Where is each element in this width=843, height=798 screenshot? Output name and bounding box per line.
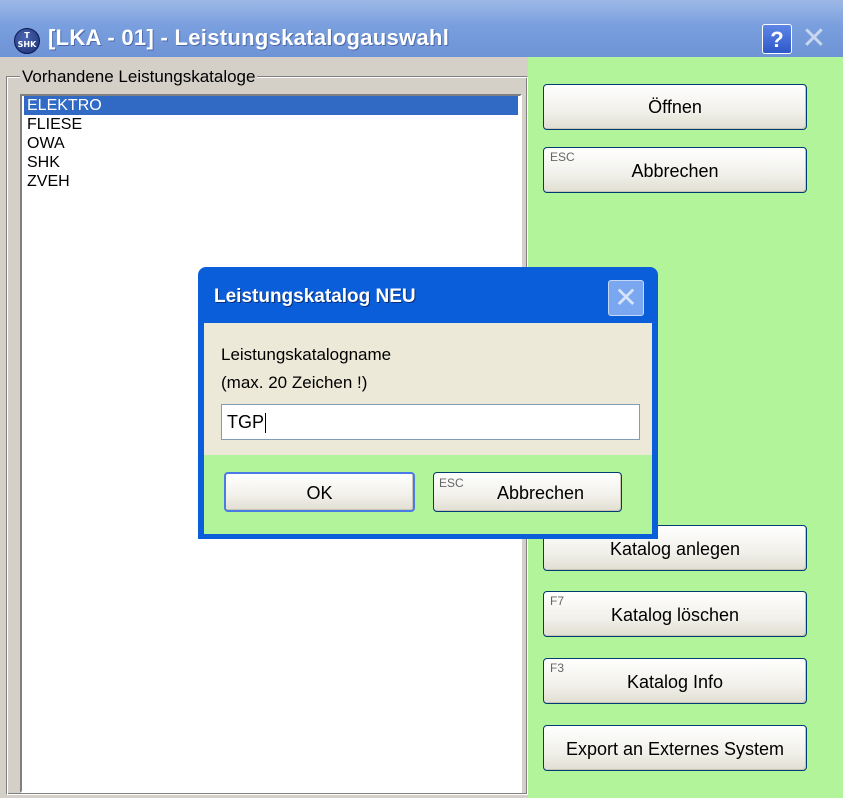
cancel-button-label: Abbrechen: [631, 161, 719, 181]
dialog-title: Leistungskatalog NEU: [214, 286, 416, 307]
open-button[interactable]: Öffnen: [543, 84, 807, 130]
delete-catalog-label: Katalog löschen: [610, 605, 740, 625]
list-item-elektro[interactable]: ELEKTRO: [24, 96, 518, 115]
catalog-name-input[interactable]: TGP: [221, 404, 640, 440]
help-button[interactable]: ?: [762, 24, 792, 54]
catalog-name-hint: (max. 20 Zeichen !): [221, 373, 368, 392]
dialog-cancel-label: Abbrechen: [496, 483, 585, 503]
catalog-info-button[interactable]: F3 Katalog Info: [543, 658, 807, 704]
dialog-ok-button[interactable]: OK: [224, 472, 415, 512]
list-item-zveh[interactable]: ZVEH: [24, 172, 518, 191]
list-item-shk[interactable]: SHK: [24, 153, 518, 172]
app-logo-icon: T SHK: [14, 28, 40, 54]
create-catalog-label: Katalog anlegen: [609, 539, 741, 559]
window-close-button[interactable]: ✕: [798, 24, 830, 54]
export-external-label: Export an Externes System: [565, 739, 785, 759]
dialog-footer: OK ESC Abbrechen: [204, 455, 652, 534]
list-item-owa[interactable]: OWA: [24, 134, 518, 153]
catalog-name-label: Leistungskatalogname: [221, 345, 392, 364]
window-title: [LKA - 01] - Leistungskatalogauswahl: [48, 25, 450, 50]
catalog-groupbox-label: Vorhandene Leistungskataloge: [20, 67, 258, 86]
dialog-cancel-button[interactable]: ESC Abbrechen: [433, 472, 622, 512]
catalog-name-value: TGP: [227, 412, 265, 432]
list-item-fliese[interactable]: FLIESE: [24, 115, 518, 134]
new-catalog-dialog: Leistungskatalog NEU ✕ Leistungskatalogn…: [198, 267, 658, 539]
dialog-close-button[interactable]: ✕: [608, 280, 644, 316]
dialog-body: Leistungskatalogname (max. 20 Zeichen !)…: [204, 323, 652, 455]
catalog-info-label: Katalog Info: [626, 672, 724, 692]
cancel-button[interactable]: ESC Abbrechen: [543, 147, 807, 193]
title-bar: T SHK [LKA - 01] - Leistungskatalogauswah…: [0, 0, 843, 57]
export-external-button[interactable]: Export an Externes System: [543, 725, 807, 771]
dialog-ok-label: OK: [306, 483, 333, 503]
delete-catalog-button[interactable]: F7 Katalog löschen: [543, 591, 807, 637]
text-caret: [265, 413, 267, 434]
open-button-label: Öffnen: [648, 97, 702, 117]
